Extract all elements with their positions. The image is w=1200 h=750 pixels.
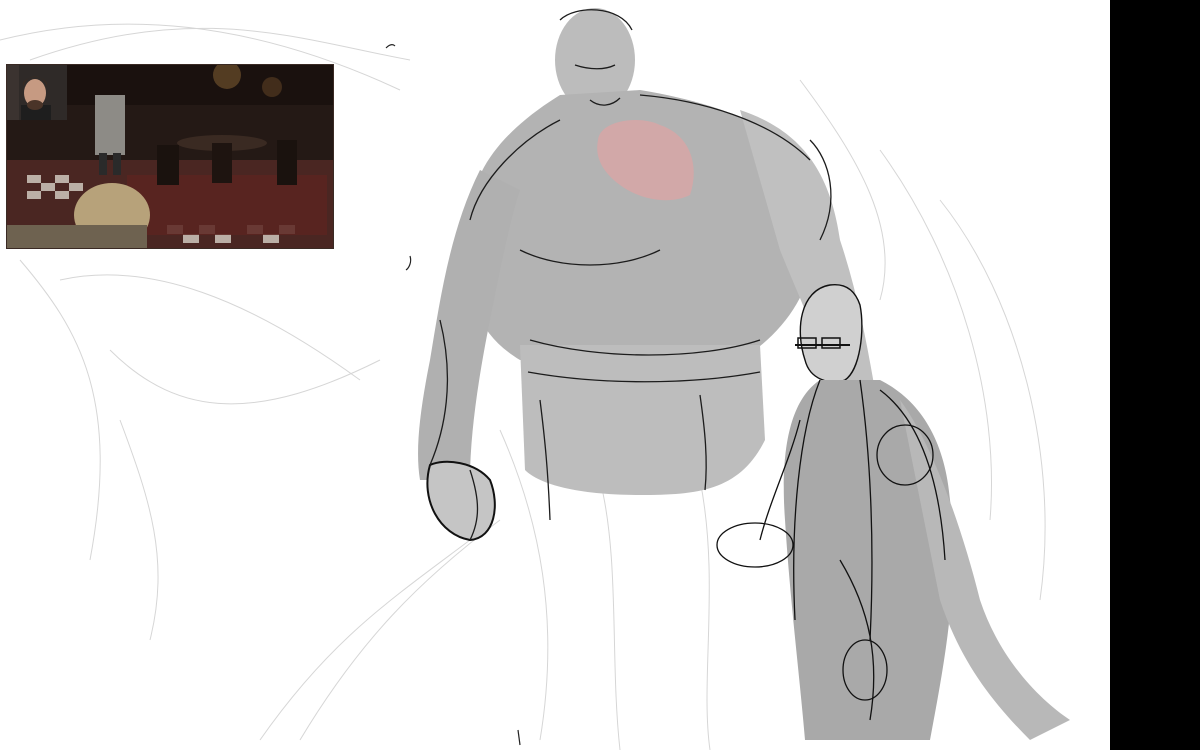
reference-image-panel[interactable] [7,65,333,248]
sketch-figure-suited [716,283,1070,740]
webcam-icon [7,65,67,120]
drawing-canvas[interactable] [0,0,1110,750]
right-black-bar [1110,0,1200,750]
